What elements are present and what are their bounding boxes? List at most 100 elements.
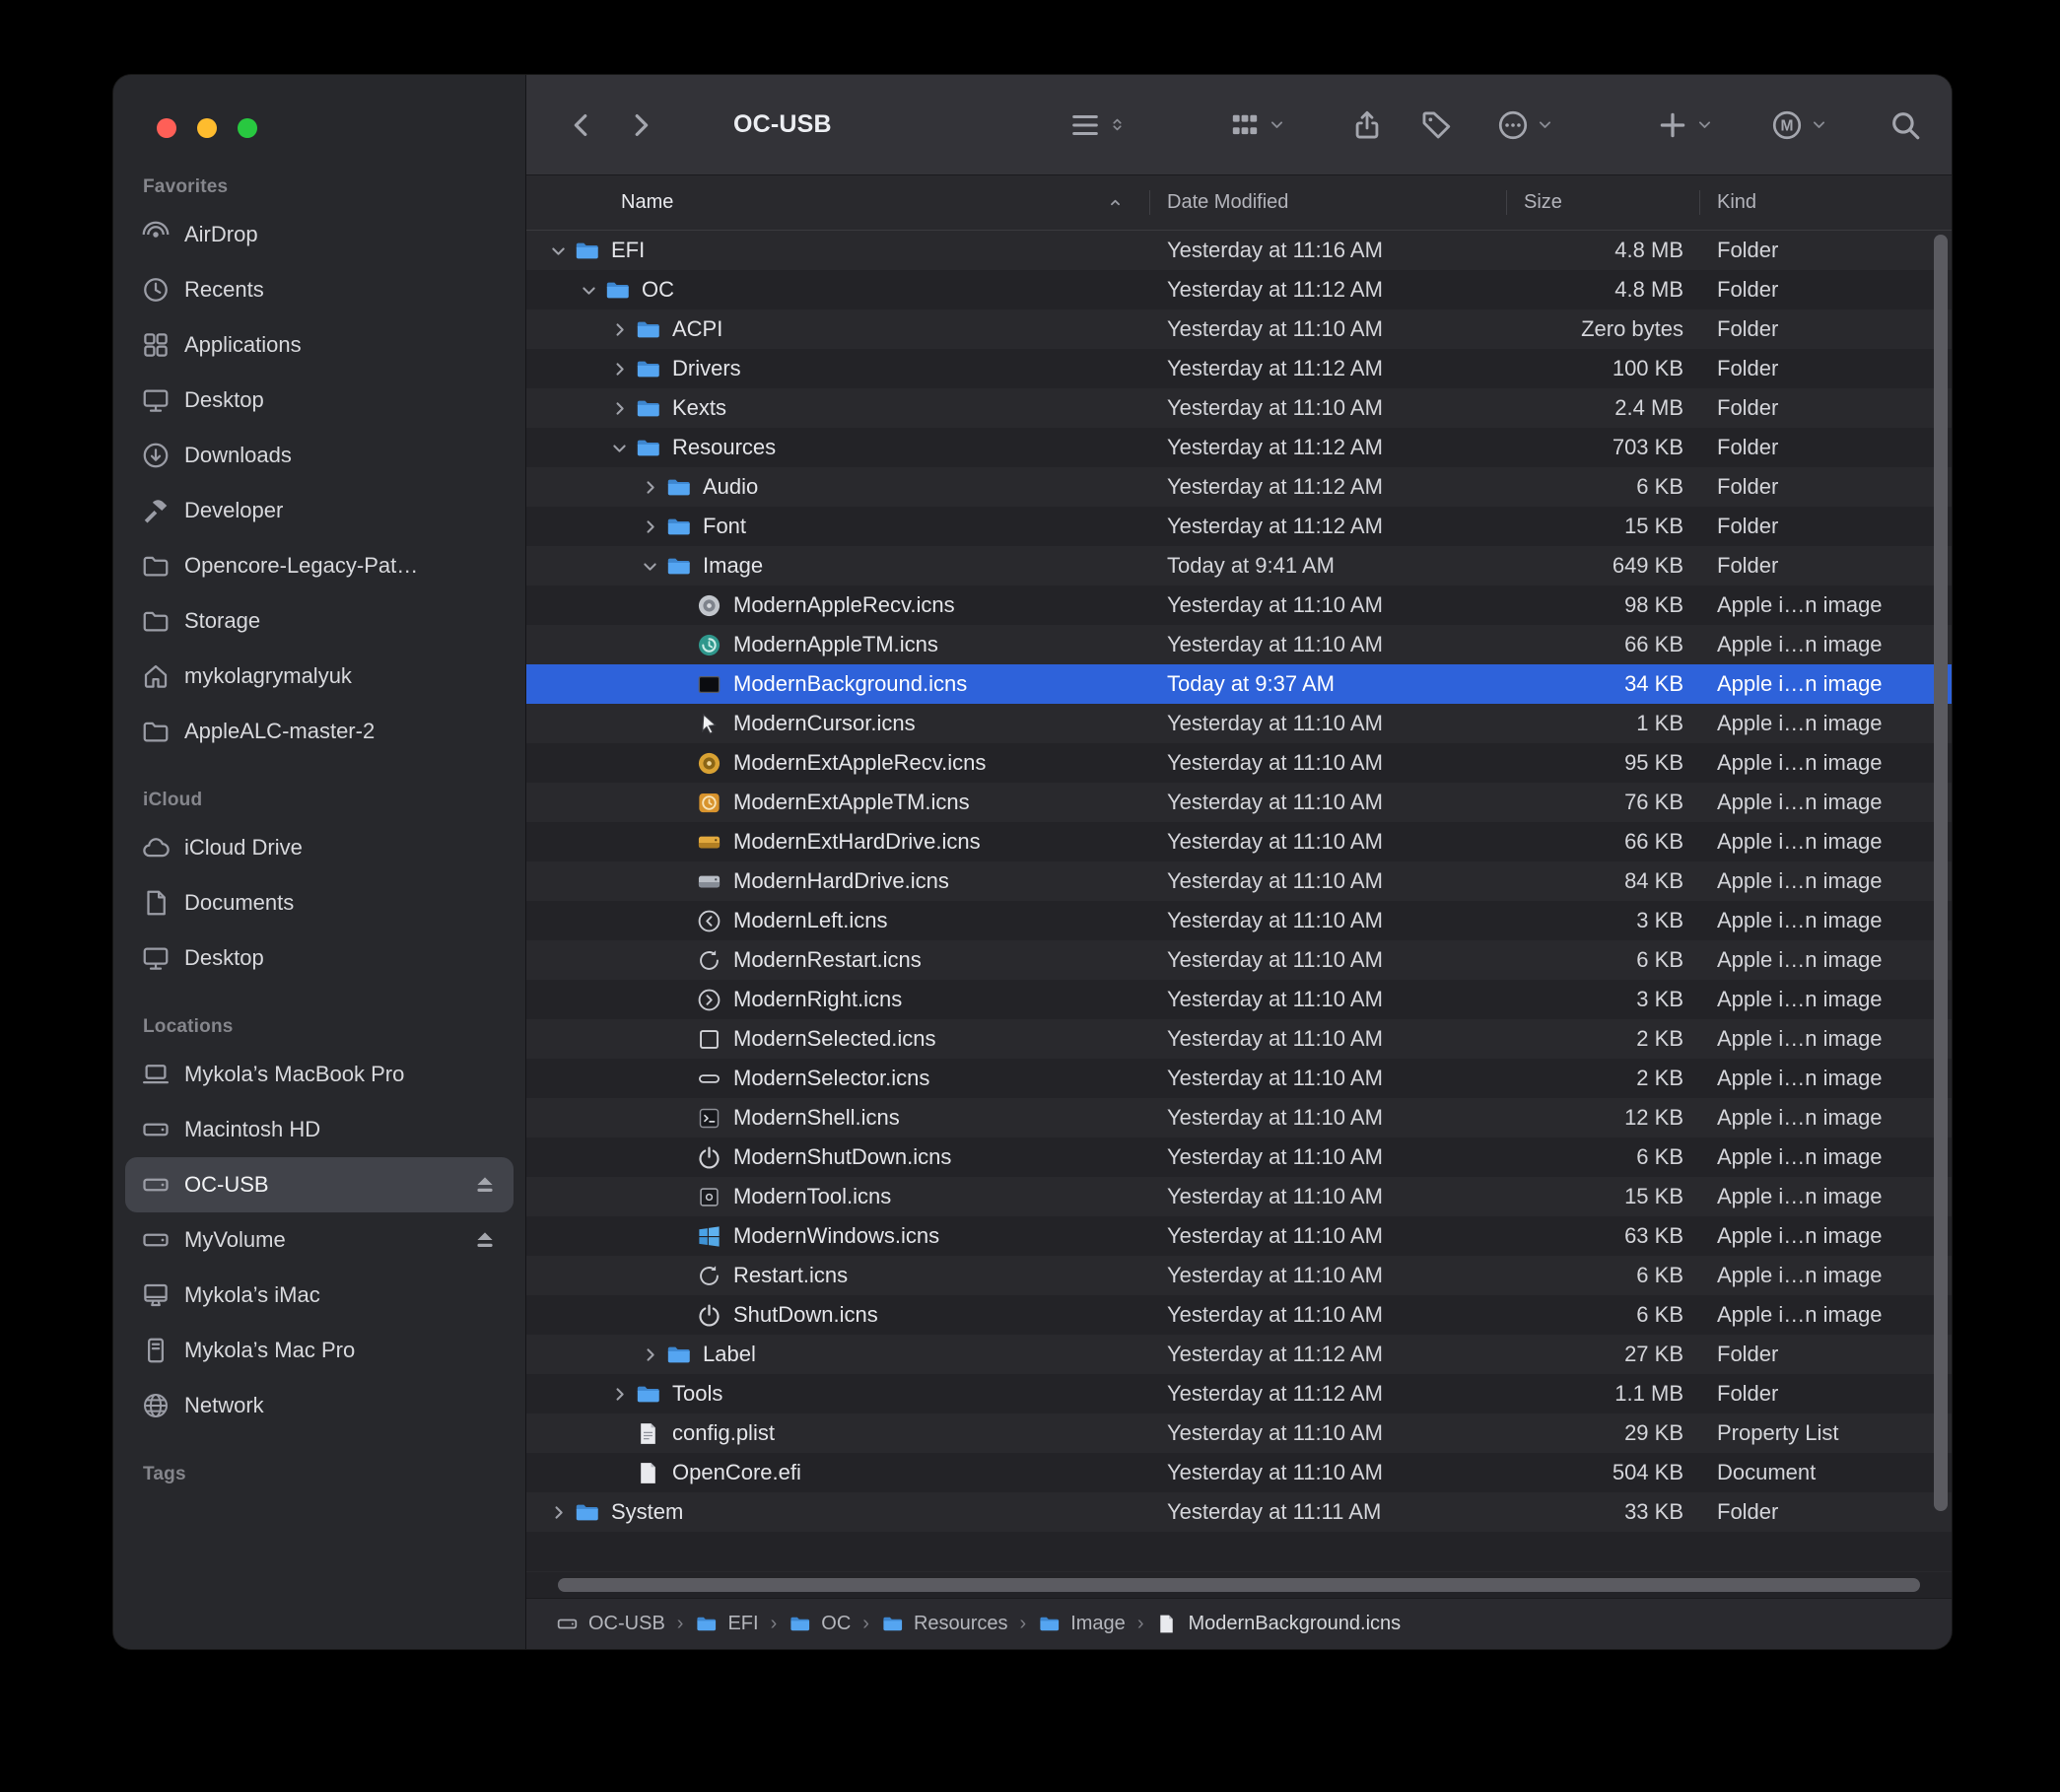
column-header-kind[interactable]: Kind bbox=[1699, 175, 1952, 230]
file-row-modernappletm-icns[interactable]: ModernAppleTM.icnsYesterday at 11:10 AM6… bbox=[526, 625, 1952, 664]
file-row-system[interactable]: SystemYesterday at 11:11 AM33 KBFolder bbox=[526, 1492, 1952, 1532]
file-row-moderntool-icns[interactable]: ModernTool.icnsYesterday at 11:10 AM15 K… bbox=[526, 1177, 1952, 1216]
file-row-modernharddrive-icns[interactable]: ModernHardDrive.icnsYesterday at 11:10 A… bbox=[526, 862, 1952, 901]
view-mode-button[interactable] bbox=[1068, 108, 1126, 142]
file-row-restart-icns[interactable]: Restart.icnsYesterday at 11:10 AM6 KBApp… bbox=[526, 1256, 1952, 1295]
disclosure-closed-icon[interactable] bbox=[607, 360, 631, 379]
disclosure-closed-icon[interactable] bbox=[607, 1385, 631, 1404]
file-row-efi[interactable]: EFIYesterday at 11:16 AM4.8 MBFolder bbox=[526, 231, 1952, 270]
more-actions-button[interactable] bbox=[1496, 108, 1553, 142]
sidebar-item-mykola-s-imac[interactable]: Mykola’s iMac bbox=[125, 1268, 514, 1323]
file-row-modernbackground-icns[interactable]: ModernBackground.icnsToday at 9:37 AM34 … bbox=[526, 664, 1952, 704]
file-row-modernrestart-icns[interactable]: ModernRestart.icnsYesterday at 11:10 AM6… bbox=[526, 940, 1952, 980]
sidebar-item-desktop[interactable]: Desktop bbox=[125, 373, 514, 428]
new-item-button[interactable] bbox=[1656, 108, 1713, 142]
file-row-modernextharddrive-icns[interactable]: ModernExtHardDrive.icnsYesterday at 11:1… bbox=[526, 822, 1952, 862]
path-item-oc-usb[interactable]: OC-USB bbox=[556, 1613, 665, 1635]
file-row-modernapplerecv-icns[interactable]: ModernAppleRecv.icnsYesterday at 11:10 A… bbox=[526, 586, 1952, 625]
zoom-button[interactable] bbox=[238, 118, 257, 138]
file-row-kexts[interactable]: KextsYesterday at 11:10 AM2.4 MBFolder bbox=[526, 388, 1952, 428]
horizontal-scrollbar[interactable] bbox=[526, 1572, 1952, 1598]
file-row-modernselected-icns[interactable]: ModernSelected.icnsYesterday at 11:10 AM… bbox=[526, 1019, 1952, 1059]
sidebar-item-downloads[interactable]: Downloads bbox=[125, 428, 514, 483]
disclosure-closed-icon[interactable] bbox=[638, 478, 661, 497]
file-row-audio[interactable]: AudioYesterday at 11:12 AM6 KBFolder bbox=[526, 467, 1952, 507]
search-button[interactable] bbox=[1888, 108, 1922, 142]
path-item-resources[interactable]: Resources bbox=[881, 1613, 1008, 1635]
sidebar-item-macintosh-hd[interactable]: Macintosh HD bbox=[125, 1102, 514, 1157]
minimize-button[interactable] bbox=[197, 118, 217, 138]
sidebar-item-mykolagrymalyuk[interactable]: mykolagrymalyuk bbox=[125, 649, 514, 704]
disclosure-open-icon[interactable] bbox=[577, 281, 600, 300]
file-row-shutdown-icns[interactable]: ShutDown.icnsYesterday at 11:10 AM6 KBAp… bbox=[526, 1295, 1952, 1335]
horizontal-scrollbar-thumb[interactable] bbox=[558, 1578, 1920, 1592]
file-size: 3 KB bbox=[1506, 901, 1699, 940]
eject-icon[interactable] bbox=[472, 1227, 498, 1253]
sidebar-item-applications[interactable]: Applications bbox=[125, 317, 514, 373]
file-name-cell: ModernSelector.icns bbox=[526, 1059, 1149, 1098]
file-row-modernextapplerecv-icns[interactable]: ModernExtAppleRecv.icnsYesterday at 11:1… bbox=[526, 743, 1952, 783]
disclosure-open-icon[interactable] bbox=[546, 241, 570, 260]
file-row-moderncursor-icns[interactable]: ModernCursor.icnsYesterday at 11:10 AM1 … bbox=[526, 704, 1952, 743]
file-name-cell: ModernCursor.icns bbox=[526, 704, 1149, 743]
path-item-image[interactable]: Image bbox=[1038, 1613, 1126, 1635]
sidebar-item-developer[interactable]: Developer bbox=[125, 483, 514, 538]
eject-icon[interactable] bbox=[472, 1172, 498, 1198]
file-row-font[interactable]: FontYesterday at 11:12 AM15 KBFolder bbox=[526, 507, 1952, 546]
column-header-date-modified[interactable]: Date Modified bbox=[1149, 175, 1506, 230]
sidebar-item-opencore-legacy-pat[interactable]: Opencore-Legacy-Pat… bbox=[125, 538, 514, 593]
sidebar-item-recents[interactable]: Recents bbox=[125, 262, 514, 317]
account-button[interactable]: M bbox=[1770, 108, 1827, 142]
sidebar-item-storage[interactable]: Storage bbox=[125, 593, 514, 649]
file-row-label[interactable]: LabelYesterday at 11:12 AM27 KBFolder bbox=[526, 1335, 1952, 1374]
file-row-oc[interactable]: OCYesterday at 11:12 AM4.8 MBFolder bbox=[526, 270, 1952, 310]
file-icon-powerIcon bbox=[696, 1144, 722, 1171]
sidebar-item-network[interactable]: Network bbox=[125, 1378, 514, 1433]
file-row-image[interactable]: ImageToday at 9:41 AM649 KBFolder bbox=[526, 546, 1952, 586]
file-row-modernleft-icns[interactable]: ModernLeft.icnsYesterday at 11:10 AM3 KB… bbox=[526, 901, 1952, 940]
file-row-opencore-efi[interactable]: OpenCore.efiYesterday at 11:10 AM504 KBD… bbox=[526, 1453, 1952, 1492]
sidebar-item-applealc-master-2[interactable]: AppleALC-master-2 bbox=[125, 704, 514, 759]
tag-button[interactable] bbox=[1419, 108, 1453, 142]
file-row-drivers[interactable]: DriversYesterday at 11:12 AM100 KBFolder bbox=[526, 349, 1952, 388]
sidebar-item-icloud-drive[interactable]: iCloud Drive bbox=[125, 820, 514, 875]
path-item-oc[interactable]: OC bbox=[789, 1613, 851, 1635]
file-row-tools[interactable]: ToolsYesterday at 11:12 AM1.1 MBFolder bbox=[526, 1374, 1952, 1413]
file-row-modernselector-icns[interactable]: ModernSelector.icnsYesterday at 11:10 AM… bbox=[526, 1059, 1952, 1098]
disclosure-closed-icon[interactable] bbox=[546, 1503, 570, 1522]
group-by-button[interactable] bbox=[1228, 108, 1285, 142]
sidebar-item-documents[interactable]: Documents bbox=[125, 875, 514, 930]
file-row-modernshutdown-icns[interactable]: ModernShutDown.icnsYesterday at 11:10 AM… bbox=[526, 1137, 1952, 1177]
back-button[interactable] bbox=[560, 103, 603, 147]
disclosure-closed-icon[interactable] bbox=[607, 320, 631, 339]
sidebar-item-myvolume[interactable]: MyVolume bbox=[125, 1212, 514, 1268]
disclosure-open-icon[interactable] bbox=[607, 439, 631, 457]
disclosure-closed-icon[interactable] bbox=[607, 399, 631, 418]
file-row-modernshell-icns[interactable]: ModernShell.icnsYesterday at 11:10 AM12 … bbox=[526, 1098, 1952, 1137]
file-row-modernwindows-icns[interactable]: ModernWindows.icnsYesterday at 11:10 AM6… bbox=[526, 1216, 1952, 1256]
sidebar-item-mykola-s-mac-pro[interactable]: Mykola’s Mac Pro bbox=[125, 1323, 514, 1378]
disclosure-closed-icon[interactable] bbox=[638, 1345, 661, 1364]
file-row-modernextappletm-icns[interactable]: ModernExtAppleTM.icnsYesterday at 11:10 … bbox=[526, 783, 1952, 822]
file-row-modernright-icns[interactable]: ModernRight.icnsYesterday at 11:10 AM3 K… bbox=[526, 980, 1952, 1019]
sidebar-item-desktop[interactable]: Desktop bbox=[125, 930, 514, 986]
path-item-efi[interactable]: EFI bbox=[695, 1613, 758, 1635]
disclosure-closed-icon[interactable] bbox=[638, 517, 661, 536]
sidebar-section-favorites: FavoritesAirDropRecentsApplicationsDeskt… bbox=[125, 168, 514, 759]
close-button[interactable] bbox=[157, 118, 176, 138]
share-button[interactable] bbox=[1350, 108, 1384, 142]
column-header-name[interactable]: Name bbox=[526, 175, 1149, 230]
sidebar-item-oc-usb[interactable]: OC-USB bbox=[125, 1157, 514, 1212]
column-header-size[interactable]: Size bbox=[1506, 175, 1699, 230]
vertical-scrollbar[interactable] bbox=[1934, 235, 1948, 1564]
sidebar-item-airdrop[interactable]: AirDrop bbox=[125, 207, 514, 262]
file-row-acpi[interactable]: ACPIYesterday at 11:10 AMZero bytesFolde… bbox=[526, 310, 1952, 349]
vertical-scrollbar-thumb[interactable] bbox=[1934, 235, 1948, 1511]
file-row-resources[interactable]: ResourcesYesterday at 11:12 AM703 KBFold… bbox=[526, 428, 1952, 467]
forward-button[interactable] bbox=[619, 103, 662, 147]
path-item-modernbackground-icns[interactable]: ModernBackground.icns bbox=[1155, 1613, 1401, 1635]
file-row-config-plist[interactable]: config.plistYesterday at 11:10 AM29 KBPr… bbox=[526, 1413, 1952, 1453]
sidebar-item-mykola-s-macbook-pro[interactable]: Mykola’s MacBook Pro bbox=[125, 1047, 514, 1102]
file-size: 6 KB bbox=[1506, 1137, 1699, 1177]
disclosure-open-icon[interactable] bbox=[638, 557, 661, 576]
